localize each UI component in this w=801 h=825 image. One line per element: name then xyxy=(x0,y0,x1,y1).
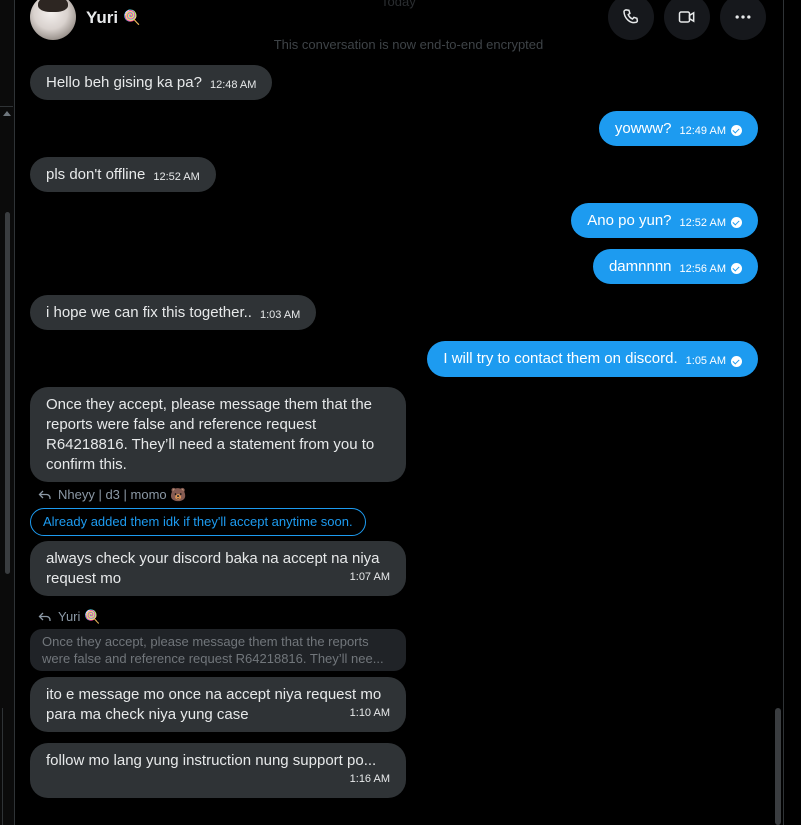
message-text: I will try to contact them on discord. xyxy=(443,350,678,367)
message-bubble-incoming[interactable]: ito e message mo once na accept niya req… xyxy=(30,677,406,732)
message-bubble-incoming[interactable]: pls don't offline 12:52 AM xyxy=(30,157,216,192)
message-bubble-incoming[interactable]: Once they accept, please message them th… xyxy=(30,387,406,482)
message-time: 1:03 AM xyxy=(259,308,301,321)
more-options-button[interactable] xyxy=(720,0,766,40)
phone-icon xyxy=(623,9,639,24)
check-circle-icon xyxy=(731,125,742,136)
message-text: Ano po yun? xyxy=(587,211,672,229)
message-bubble-incoming[interactable]: follow mo lang yung instruction nung sup… xyxy=(30,743,406,798)
message-bubble-outgoing[interactable]: damnnnn 12:56 AM xyxy=(592,249,758,284)
reply-quote[interactable]: Once they accept, please message them th… xyxy=(30,629,406,671)
message-text: Once they accept, please message them th… xyxy=(46,396,375,473)
message-time: 12:52 AM xyxy=(153,170,200,183)
divider xyxy=(2,708,3,825)
message-time: 1:07 AM xyxy=(349,571,390,583)
message-text: always check your discord baka na accept… xyxy=(46,550,380,587)
voice-call-button[interactable] xyxy=(608,0,654,40)
conversation-user-name[interactable]: Yuri xyxy=(86,8,118,28)
more-dots-icon xyxy=(735,15,751,19)
message-bubble-outgoing[interactable]: yowww? 12:49 AM xyxy=(598,111,758,146)
reply-context: Yuri 🍭 xyxy=(38,609,100,625)
message-bubble-outgoing[interactable]: Ano po yun? 12:52 AM xyxy=(571,203,758,238)
message-time: 12:49 AM xyxy=(679,124,726,137)
video-camera-icon xyxy=(678,11,695,23)
reply-to-name: Yuri 🍭 xyxy=(58,609,101,624)
left-scrollbar-thumb[interactable] xyxy=(5,212,10,574)
scroll-up-arrow-icon[interactable] xyxy=(3,111,11,116)
reply-context: Nheyy | d3 | momo 🐻 xyxy=(38,487,186,503)
message-bubble-outgoing[interactable]: I will try to contact them on discord. 1… xyxy=(427,341,758,377)
message-bubble-incoming[interactable]: always check your discord baka na accept… xyxy=(30,541,406,596)
divider xyxy=(783,0,784,825)
video-call-button[interactable] xyxy=(664,0,710,40)
message-text: pls don't offline xyxy=(46,165,146,183)
message-text: follow mo lang yung instruction nung sup… xyxy=(46,752,377,769)
date-separator: Today xyxy=(381,0,416,9)
message-text: yowww? xyxy=(614,119,672,137)
scrollbar-thumb[interactable] xyxy=(775,708,781,825)
reply-arrow-icon xyxy=(38,490,51,499)
check-circle-icon xyxy=(731,217,742,228)
user-emoji: 🍭 xyxy=(123,9,141,25)
left-panel-strip xyxy=(0,0,15,825)
message-text: damnnnn xyxy=(608,257,672,275)
message-time: 1:05 AM xyxy=(685,355,726,367)
message-time: 12:56 AM xyxy=(679,262,726,275)
check-circle-icon xyxy=(731,355,742,367)
message-time: 12:48 AM xyxy=(209,78,257,91)
reply-quote-text: Already added them idk if they'll accept… xyxy=(43,514,353,529)
message-time: 1:10 AM xyxy=(349,707,390,719)
check-circle-icon xyxy=(731,263,742,274)
reply-quote[interactable]: Already added them idk if they'll accept… xyxy=(30,508,366,536)
message-text: Hello beh gising ka pa? xyxy=(46,73,202,91)
message-bubble-incoming[interactable]: Hello beh gising ka pa? 12:48 AM xyxy=(30,65,273,100)
message-bubble-incoming[interactable]: i hope we can fix this together.. 1:03 A… xyxy=(30,295,317,330)
avatar[interactable] xyxy=(30,0,76,40)
reply-arrow-icon xyxy=(38,612,51,621)
message-text: ito e message mo once na accept niya req… xyxy=(46,686,382,723)
conversation-header: Today Yuri 🍭 This conversation is now en… xyxy=(14,0,783,58)
reply-quote-text: Once they accept, please message them th… xyxy=(42,634,384,666)
message-time: 1:16 AM xyxy=(349,773,390,785)
divider xyxy=(0,106,13,107)
reply-to-name: Nheyy | d3 | momo 🐻 xyxy=(58,487,187,502)
encryption-notice: This conversation is now end-to-end encr… xyxy=(273,37,544,52)
message-text: i hope we can fix this together.. xyxy=(46,303,252,321)
message-time: 12:52 AM xyxy=(679,216,726,229)
